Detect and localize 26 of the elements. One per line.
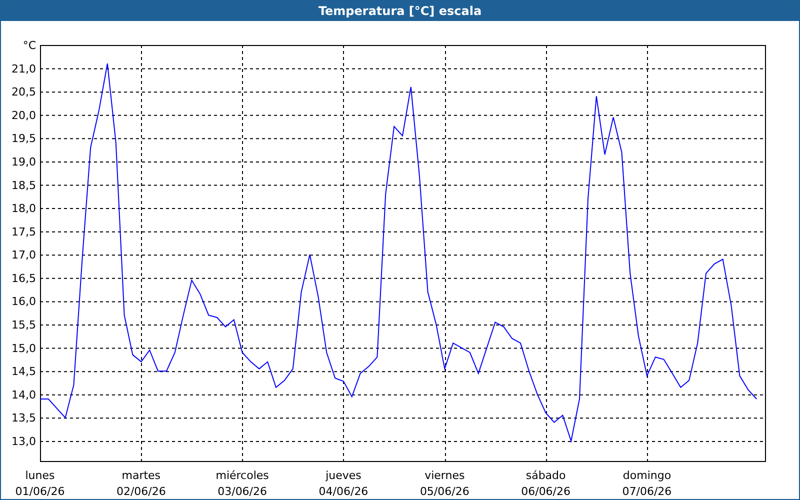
y-tick-label: 16,5 bbox=[12, 272, 36, 285]
y-tick-label: 18,5 bbox=[12, 178, 36, 192]
x-tick-label: viernes 05/06/26 bbox=[420, 469, 470, 498]
y-tick-label: 17,0 bbox=[12, 248, 36, 262]
x-tick-label: sábado 06/06/26 bbox=[521, 469, 571, 498]
y-tick-label: 17,5 bbox=[12, 225, 36, 238]
y-tick-label: 13,0 bbox=[12, 434, 36, 448]
x-tick-label: martes 02/06/26 bbox=[116, 469, 166, 498]
y-tick-label: 16,0 bbox=[12, 295, 36, 308]
y-tick-label: 19,5 bbox=[12, 132, 36, 146]
y-tick-label: 15,0 bbox=[12, 342, 36, 355]
y-tick-label: 21,0 bbox=[12, 62, 36, 76]
y-tick-label: 15,5 bbox=[12, 318, 36, 332]
y-tick-label: 18,0 bbox=[12, 202, 36, 216]
x-tick-label: miércoles 03/06/26 bbox=[216, 469, 269, 498]
y-axis-unit: °C bbox=[22, 39, 36, 52]
y-tick-label: 20,0 bbox=[12, 108, 36, 122]
x-tick-label: jueves 04/06/26 bbox=[318, 469, 368, 498]
y-tick-label: 13,5 bbox=[12, 412, 36, 425]
y-tick-label: 14,0 bbox=[12, 388, 36, 402]
y-tick-label: 20,5 bbox=[12, 86, 36, 99]
x-tick-label: domingo 07/06/26 bbox=[622, 469, 672, 498]
x-tick-label: lunes 01/06/26 bbox=[15, 469, 65, 498]
y-tick-label: 14,5 bbox=[12, 365, 36, 378]
window-title: Temperatura [°C] escala bbox=[318, 4, 482, 18]
y-tick-label: 19,0 bbox=[12, 155, 36, 168]
